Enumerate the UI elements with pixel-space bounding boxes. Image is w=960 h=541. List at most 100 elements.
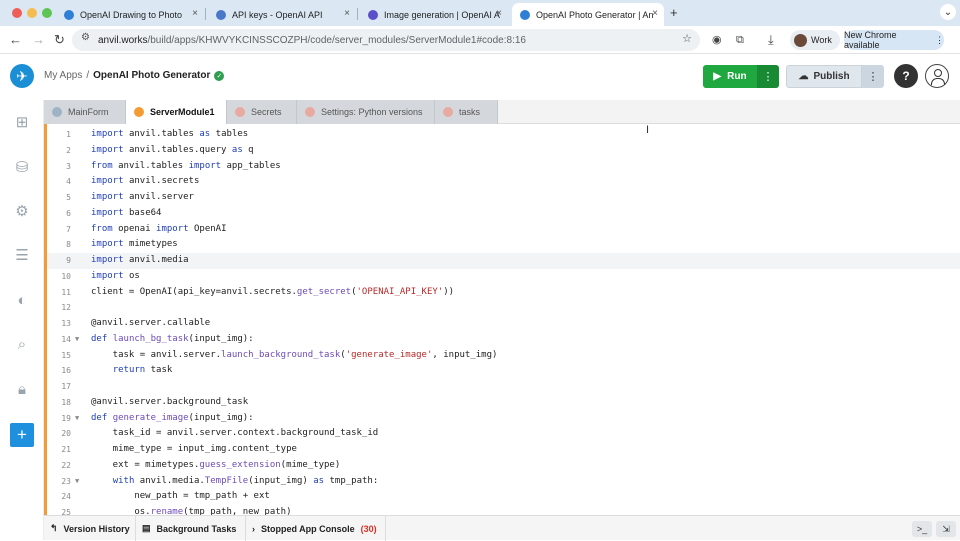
code-line: 23 ▼ with anvil.media.TempFile(input_img)…: [47, 474, 960, 490]
search-icon[interactable]: ⌕: [12, 334, 32, 354]
saved-check-icon: ✓: [214, 70, 225, 81]
new-tab-button[interactable]: +: [670, 5, 678, 20]
fold-chevron-icon[interactable]: ▼: [75, 332, 79, 348]
tab-settings-python[interactable]: Settings: Python versions: [297, 100, 435, 124]
close-tab-icon[interactable]: ×: [344, 8, 350, 19]
anvil-favicon-icon: [520, 9, 530, 20]
collapse-panel-icon[interactable]: ⇲: [936, 521, 956, 537]
run-options-button[interactable]: ⋮: [757, 65, 779, 88]
line-number: 16: [61, 366, 71, 376]
code-line: 1 import anvil.tables as tables: [47, 127, 960, 143]
line-number: 18: [61, 397, 71, 407]
forward-icon[interactable]: →: [32, 32, 45, 48]
fold-chevron-icon[interactable]: ▼: [75, 411, 79, 427]
code-line: 20 task_id = anvil.server.context.backgr…: [47, 426, 960, 442]
code-line: 7 from openai import OpenAI: [47, 222, 960, 238]
back-icon[interactable]: ←: [9, 32, 22, 48]
profile-button[interactable]: Work: [790, 30, 840, 50]
tab-version-history[interactable]: ↰ Version History: [44, 516, 136, 541]
tab-mainform[interactable]: MainForm: [44, 100, 126, 124]
bookmark-star-icon[interactable]: ☆: [682, 32, 692, 45]
close-tab-icon[interactable]: ×: [192, 8, 198, 19]
url-host: anvil.works: [98, 34, 148, 46]
lock-icon[interactable]: 🔒︎: [12, 379, 32, 399]
browser-tab-strip: OpenAI Drawing to Photo × API keys - Ope…: [0, 0, 960, 26]
tab-search-button[interactable]: ⌄: [940, 4, 956, 20]
tab-app-console[interactable]: › Stopped App Console (30): [246, 516, 386, 541]
tasks-icon: [443, 107, 453, 117]
palette-icon[interactable]: ◐: [12, 290, 32, 310]
line-number: 1: [66, 130, 71, 139]
url-path: /build/apps/KHWVYKCINSSCOZPH/code/server…: [147, 34, 526, 46]
line-number: 4: [66, 177, 71, 187]
tab-tasks[interactable]: tasks: [435, 100, 498, 124]
tab-separator: [205, 8, 206, 20]
tab-label: MainForm: [68, 107, 109, 117]
breadcrumb-my-apps[interactable]: My Apps: [44, 70, 82, 81]
app-name[interactable]: OpenAI Photo Generator: [93, 70, 210, 81]
code-line: 10 import os: [47, 269, 960, 285]
breadcrumb-separator: /: [86, 70, 90, 81]
line-number: 2: [66, 145, 71, 155]
line-number: 9: [66, 256, 71, 265]
help-button[interactable]: ?: [894, 64, 918, 88]
tab-label: ServerModule1: [150, 107, 215, 117]
close-tab-icon[interactable]: ×: [652, 8, 658, 19]
line-number: 24: [61, 492, 71, 502]
server-module-icon: [134, 107, 144, 117]
extension-icon[interactable]: ◉: [712, 32, 722, 48]
line-number: 15: [61, 350, 71, 360]
user-account-icon[interactable]: [925, 64, 949, 88]
publish-button[interactable]: ☁ Publish: [786, 65, 862, 88]
terminal-icon[interactable]: >_: [912, 521, 932, 537]
line-number: 12: [61, 303, 71, 313]
cloud-upload-icon: ☁: [798, 71, 809, 82]
reload-icon[interactable]: ↻: [54, 32, 65, 48]
database-icon[interactable]: ⛁: [12, 157, 32, 177]
code-line: 14 ▼ def launch_bg_task(input_img):: [47, 332, 960, 348]
tab-label: tasks: [459, 107, 481, 117]
add-icon[interactable]: +: [10, 423, 34, 447]
breadcrumb: My Apps / OpenAI Photo Generator ✓: [44, 70, 225, 81]
line-number: 17: [61, 382, 71, 391]
tab-title: Image generation | OpenAI A: [384, 9, 500, 20]
app-tree-icon[interactable]: ⊞: [12, 112, 32, 132]
tab-servermodule1[interactable]: ServerModule1: [126, 100, 227, 124]
fold-chevron-icon[interactable]: ▼: [75, 474, 79, 490]
code-line: 11 client = OpenAI(api_key=anvil.secrets.…: [47, 285, 960, 301]
publish-label: Publish: [813, 71, 850, 82]
globe-favicon-icon: [216, 9, 226, 20]
code-editor[interactable]: 1 import anvil.tables as tables 2 import a…: [44, 124, 960, 515]
site-info-icon[interactable]: ⚙: [81, 32, 90, 43]
close-window-button[interactable]: [12, 8, 22, 18]
maximize-window-button[interactable]: [42, 8, 52, 18]
code-line: 17: [47, 379, 960, 395]
text-cursor-icon: I: [646, 124, 650, 136]
extensions-puzzle-icon[interactable]: ⧉: [736, 32, 744, 48]
close-tab-icon[interactable]: ×: [496, 8, 502, 19]
tab-secrets[interactable]: Secrets: [227, 100, 297, 124]
settings-icon[interactable]: ⚙: [12, 201, 32, 221]
browser-tab-drawing[interactable]: OpenAI Drawing to Photo ×: [56, 3, 204, 26]
code-line: 22 ext = mimetypes.guess_extension(mime_…: [47, 458, 960, 474]
minimize-window-button[interactable]: [27, 8, 37, 18]
line-number: 25: [61, 508, 71, 515]
update-chrome-button[interactable]: New Chrome available ⋮: [844, 30, 944, 50]
line-number: 6: [66, 208, 71, 218]
code-line: 16 return task: [47, 363, 960, 379]
url-input[interactable]: ⚙ anvil.works/build/apps/KHWVYKCINSSCOZP…: [72, 29, 700, 51]
code-line: 6 import base64: [47, 206, 960, 222]
anvil-logo-icon[interactable]: ✈: [10, 64, 34, 88]
address-bar: ← → ↻ ⚙ anvil.works/build/apps/KHWVYKCIN…: [0, 26, 960, 54]
tab-background-tasks[interactable]: ▤ Background Tasks: [136, 516, 246, 541]
download-icon[interactable]: ⤓: [768, 32, 774, 48]
browser-tab-image-generation[interactable]: Image generation | OpenAI A ×: [360, 3, 508, 26]
publish-options-button[interactable]: ⋮: [862, 65, 884, 88]
history-icon: ↰: [50, 523, 58, 533]
run-button[interactable]: ▶ Run: [703, 65, 757, 88]
code-line: 5 import anvil.server: [47, 190, 960, 206]
update-label: New Chrome available: [844, 30, 897, 50]
browser-tab-api-keys[interactable]: API keys - OpenAI API ×: [208, 3, 356, 26]
list-icon[interactable]: ☰: [12, 245, 32, 265]
browser-tab-photo-generator[interactable]: OpenAI Photo Generator | An ×: [512, 3, 664, 26]
